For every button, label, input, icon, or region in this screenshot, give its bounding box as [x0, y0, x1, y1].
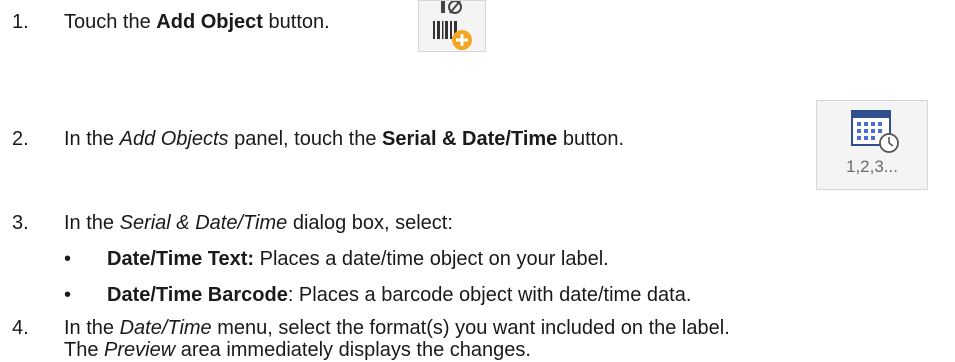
step-text: dialog box, select: — [287, 212, 453, 234]
menu-name: Date/Time — [119, 317, 212, 339]
step-number: 1. — [12, 11, 29, 33]
step-text: In the — [64, 212, 120, 234]
step-text: area immediately displays the changes. — [175, 339, 531, 361]
add-object-icon — [418, 0, 486, 52]
option-description: Places a date/time object on your label. — [254, 248, 609, 270]
step-number: 4. — [12, 317, 29, 339]
step-text: button. — [557, 128, 624, 150]
bullet-marker: • — [64, 248, 72, 270]
step-text: menu, select the format(s) you want incl… — [211, 317, 730, 339]
step-number: 2. — [12, 128, 29, 150]
step-text: The — [64, 339, 105, 361]
step-text: panel, touch the — [228, 128, 383, 150]
option-name: Date/Time Text: — [107, 248, 255, 270]
dialog-name: Serial & Date/Time — [119, 212, 288, 234]
step-text: In the — [64, 317, 120, 339]
step-text: In the — [64, 128, 120, 150]
area-name: Preview — [104, 339, 176, 361]
serial-date-time-icon: 1,2,3... — [816, 100, 928, 190]
bullet-marker: • — [64, 284, 72, 306]
button-name: Serial & Date/Time — [382, 128, 558, 150]
panel-name: Add Objects — [119, 128, 229, 150]
option-name: Date/Time Barcode — [107, 284, 288, 306]
option-description: : Places a barcode object with date/time… — [287, 284, 692, 306]
step-text: button. — [262, 11, 330, 33]
step-number: 3. — [12, 212, 29, 234]
step-text: Touch the — [64, 11, 157, 33]
button-name: Add Object — [156, 11, 263, 33]
serial-icon-label: 1,2,3... — [846, 157, 898, 176]
